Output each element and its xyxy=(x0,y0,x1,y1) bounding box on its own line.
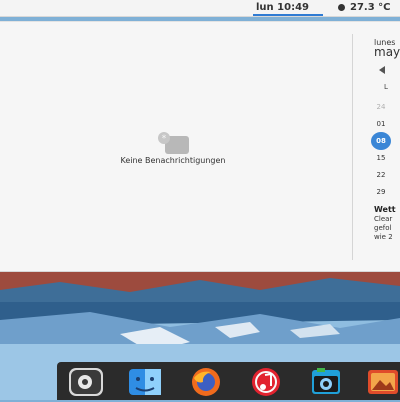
dock xyxy=(57,362,400,400)
weather-line: wie 2 xyxy=(374,233,393,241)
svg-text:*: * xyxy=(162,134,167,144)
calendar-panel: lunes may L 24 01 08 15 22 29 Wett Clear… xyxy=(368,22,400,271)
dock-app-finder[interactable] xyxy=(124,366,166,398)
calendar-date[interactable]: 01 xyxy=(372,120,390,128)
dock-app-firefox[interactable] xyxy=(185,366,227,398)
weather-section-title: Wett xyxy=(374,205,396,214)
calendar-date[interactable]: 15 xyxy=(372,154,390,162)
calendar-today[interactable]: 08 xyxy=(371,132,391,150)
dock-app-gimp[interactable] xyxy=(65,366,107,398)
clock-active-indicator xyxy=(253,14,323,16)
previous-month-icon[interactable] xyxy=(379,66,385,74)
weather-line: gefol xyxy=(374,224,392,232)
camera-icon xyxy=(312,368,340,394)
calendar-date[interactable]: 29 xyxy=(372,188,390,196)
datetime-popover: * Keine Benachrichtigungen lunes may L 2… xyxy=(0,21,400,272)
temperature-label: 27.3 °C xyxy=(350,2,391,13)
no-notifications-label: Keine Benachrichtigungen xyxy=(120,156,226,165)
dock-app-screenshot[interactable] xyxy=(305,366,347,398)
calendar-date[interactable]: 24 xyxy=(372,103,390,111)
top-panel: lun 10:49 27.3 °C xyxy=(0,0,400,17)
photos-icon xyxy=(368,370,398,394)
calendar-month: may xyxy=(374,45,400,59)
weather-line: Clear xyxy=(374,215,393,223)
firefox-icon xyxy=(192,368,220,396)
music-icon xyxy=(252,368,280,396)
finder-icon xyxy=(129,369,161,395)
popover-divider xyxy=(352,34,353,260)
calendar-date[interactable]: 22 xyxy=(372,171,390,179)
dock-app-photos[interactable] xyxy=(362,366,400,398)
weather-indicator[interactable]: 27.3 °C xyxy=(338,2,391,13)
notifications-area: * Keine Benachrichtigungen xyxy=(0,22,352,271)
dock-app-music[interactable] xyxy=(245,366,287,398)
clock[interactable]: lun 10:49 xyxy=(256,2,309,13)
weather-icon xyxy=(338,4,345,11)
notifications-empty-icon: * xyxy=(158,132,189,154)
weather-description: Clear gefol wie 2 xyxy=(374,215,393,242)
calendar-weekday-header: L xyxy=(384,83,388,91)
gimp-icon xyxy=(69,368,103,396)
